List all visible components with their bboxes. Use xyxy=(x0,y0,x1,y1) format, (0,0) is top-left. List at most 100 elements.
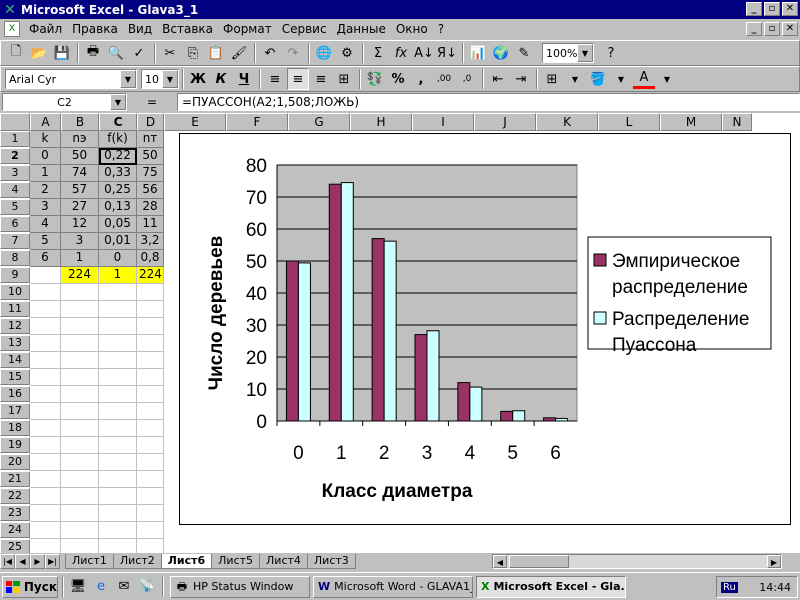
minimize-button[interactable]: _ xyxy=(746,2,762,16)
row-header-11[interactable]: 11 xyxy=(0,301,30,317)
prev-sheet-icon[interactable]: ◀ xyxy=(15,554,30,569)
maximize-button[interactable]: ▫ xyxy=(764,2,780,16)
cell-b18[interactable] xyxy=(61,420,99,437)
row-header-10[interactable]: 10 xyxy=(0,284,30,300)
row-header-19[interactable]: 19 xyxy=(0,437,30,453)
chevron-down-icon[interactable]: ▼ xyxy=(656,68,678,90)
row-header-6[interactable]: 6 xyxy=(0,216,30,232)
menu-window[interactable]: Окно xyxy=(391,22,433,36)
cell-d14[interactable] xyxy=(137,352,164,369)
horizontal-scrollbar[interactable]: ◀ ▶ xyxy=(492,554,782,569)
close-button[interactable]: ✕ xyxy=(782,2,798,16)
cell-d23[interactable] xyxy=(137,505,164,522)
cell-b21[interactable] xyxy=(61,471,99,488)
cell-b16[interactable] xyxy=(61,386,99,403)
cell-c22[interactable] xyxy=(99,488,137,505)
borders-icon[interactable]: ⊞ xyxy=(541,68,563,90)
cell-a7[interactable]: 5 xyxy=(30,233,61,250)
zoom-select[interactable]: 100% ▼ xyxy=(542,43,594,63)
cell-a18[interactable] xyxy=(30,420,61,437)
decrease-indent-icon[interactable]: ⇤ xyxy=(487,68,509,90)
cell-d1[interactable]: nт xyxy=(137,131,164,148)
column-header-g[interactable]: G xyxy=(288,113,350,131)
cell-a8[interactable]: 6 xyxy=(30,250,61,267)
menu-file[interactable]: Файл xyxy=(24,22,67,36)
cell-b17[interactable] xyxy=(61,403,99,420)
row-header-1[interactable]: 1 xyxy=(0,131,30,147)
row-header-16[interactable]: 16 xyxy=(0,386,30,402)
menu-insert[interactable]: Вставка xyxy=(157,22,218,36)
fill-color-icon[interactable]: 🪣 xyxy=(587,68,609,90)
cell-c1[interactable]: f(k) xyxy=(99,131,137,148)
cell-b9[interactable]: 224 xyxy=(61,267,99,284)
cell-a9[interactable] xyxy=(30,267,61,284)
formula-equals-button[interactable]: = xyxy=(127,95,177,109)
font-color-icon[interactable]: A xyxy=(633,69,655,89)
cell-d4[interactable]: 56 xyxy=(137,182,164,199)
cell-b4[interactable]: 57 xyxy=(61,182,99,199)
decrease-decimal-icon[interactable]: ,0 xyxy=(456,68,478,90)
cell-a13[interactable] xyxy=(30,335,61,352)
cell-c14[interactable] xyxy=(99,352,137,369)
cell-a16[interactable] xyxy=(30,386,61,403)
row-header-9[interactable]: 9 xyxy=(0,267,30,283)
column-header-a[interactable]: A xyxy=(30,113,61,131)
autosum-icon[interactable]: Σ xyxy=(367,42,389,64)
sheet-tab-6[interactable]: Лист6 xyxy=(160,554,213,569)
quicklaunch-ie-icon[interactable]: e xyxy=(90,576,112,598)
cell-b10[interactable] xyxy=(61,284,99,301)
scroll-right-icon[interactable]: ▶ xyxy=(767,555,781,568)
cell-a1[interactable]: k xyxy=(30,131,61,148)
formula-input[interactable]: =ПУАССОН(A2;1,508;ЛОЖЬ) xyxy=(177,93,800,111)
doc-minimize-button[interactable]: _ xyxy=(746,22,762,36)
cell-c19[interactable] xyxy=(99,437,137,454)
cell-a3[interactable]: 1 xyxy=(30,165,61,182)
column-header-l[interactable]: L xyxy=(598,113,660,131)
row-header-15[interactable]: 15 xyxy=(0,369,30,385)
worksheet-grid[interactable]: ABCDEFGHIJKLMN 1 2 3 4 5 6 7 8 9 10 11 12 13 14 15 16 17… xyxy=(0,113,800,553)
menu-tools[interactable]: Сервис xyxy=(277,22,332,36)
select-all-button[interactable] xyxy=(0,113,30,131)
column-header-j[interactable]: J xyxy=(474,113,536,131)
row-header-22[interactable]: 22 xyxy=(0,488,30,504)
align-left-icon[interactable]: ≡ xyxy=(264,68,286,90)
task-hp-status[interactable]: 🖶 HP Status Window xyxy=(170,575,310,598)
chevron-down-icon[interactable]: ▼ xyxy=(564,68,586,90)
web-toolbar-icon[interactable]: ⚙ xyxy=(336,42,358,64)
cell-a23[interactable] xyxy=(30,505,61,522)
cell-d8[interactable]: 0,8 xyxy=(137,250,164,267)
row-header-17[interactable]: 17 xyxy=(0,403,30,419)
cell-d17[interactable] xyxy=(137,403,164,420)
sheet-tab-4[interactable]: Лист4 xyxy=(259,554,308,569)
print-icon[interactable]: 🖶 xyxy=(82,42,104,64)
cell-c11[interactable] xyxy=(99,301,137,318)
cell-c8[interactable]: 0 xyxy=(99,250,137,267)
percent-icon[interactable]: % xyxy=(387,68,409,90)
quicklaunch-channels-icon[interactable]: 📡 xyxy=(136,576,158,598)
cell-b24[interactable] xyxy=(61,522,99,539)
cell-d11[interactable] xyxy=(137,301,164,318)
cell-d12[interactable] xyxy=(137,318,164,335)
sheet-tab-5[interactable]: Лист5 xyxy=(211,554,261,569)
comma-style-icon[interactable]: , xyxy=(410,68,432,90)
cell-c7[interactable]: 0,01 xyxy=(99,233,137,250)
row-header-2[interactable]: 2 xyxy=(0,148,30,164)
paste-icon[interactable]: 📋 xyxy=(205,42,227,64)
cell-b20[interactable] xyxy=(61,454,99,471)
cell-a10[interactable] xyxy=(30,284,61,301)
sheet-tab-2[interactable]: Лист2 xyxy=(112,554,162,569)
cell-c6[interactable]: 0,05 xyxy=(99,216,137,233)
cell-d22[interactable] xyxy=(137,488,164,505)
next-sheet-icon[interactable]: ▶ xyxy=(30,554,45,569)
cell-b8[interactable]: 1 xyxy=(61,250,99,267)
chart-area[interactable]: 0 10 20 30 40 50 60 70 80 0 1 2 3 4 5 6 Класс диаметра Чи… xyxy=(179,133,791,525)
cell-d21[interactable] xyxy=(137,471,164,488)
cell-a2[interactable]: 0 xyxy=(30,148,61,165)
cell-a21[interactable] xyxy=(30,471,61,488)
doc-restore-button[interactable]: ▫ xyxy=(764,22,780,36)
row-header-5[interactable]: 5 xyxy=(0,199,30,215)
sheet-tab-1[interactable]: Лист1 xyxy=(65,554,114,569)
cell-d5[interactable]: 28 xyxy=(137,199,164,216)
cell-a17[interactable] xyxy=(30,403,61,420)
cell-c4[interactable]: 0,25 xyxy=(99,182,137,199)
